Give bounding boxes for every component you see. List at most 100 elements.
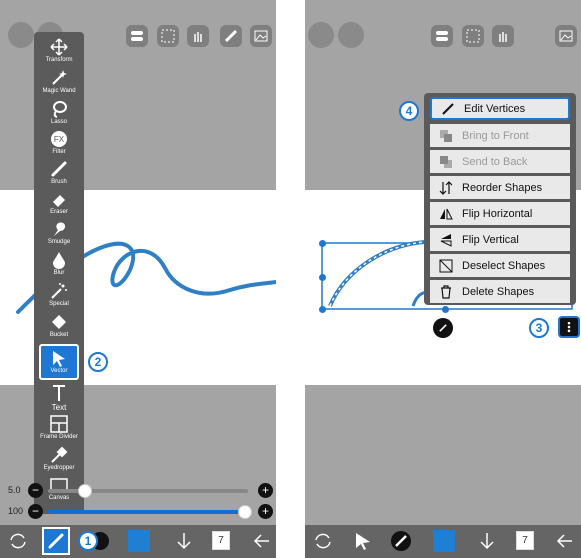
tool-label: Brush xyxy=(51,179,67,185)
menu-label: Bring to Front xyxy=(462,129,529,142)
decrease-size-button[interactable]: − xyxy=(28,483,43,498)
increase-opacity-button[interactable]: + xyxy=(258,504,273,519)
back-arrow-icon[interactable] xyxy=(250,529,274,553)
selection-handle[interactable] xyxy=(319,274,326,281)
tool-brush[interactable]: Brush xyxy=(34,160,84,190)
menu-bring-to-front[interactable]: Bring to Front xyxy=(430,124,570,147)
back-arrow-icon[interactable] xyxy=(553,529,577,553)
menu-reorder-shapes[interactable]: Reorder Shapes xyxy=(430,176,570,199)
brush-size-slider[interactable]: 5.0 − + xyxy=(8,483,274,499)
menu-label: Delete Shapes xyxy=(462,285,535,298)
brush-circle-icon[interactable] xyxy=(389,529,413,553)
menu-label: Deselect Shapes xyxy=(462,259,546,272)
decrease-opacity-button[interactable]: − xyxy=(28,504,43,519)
color-swatch[interactable] xyxy=(128,530,150,552)
tool-blur[interactable]: Blur xyxy=(34,251,84,281)
svg-text:FX: FX xyxy=(54,135,65,144)
tool-lasso[interactable]: Lasso xyxy=(34,100,84,130)
transform-rotate-icon[interactable] xyxy=(311,529,335,553)
tool-label: Bucket xyxy=(49,332,69,338)
tool-filter[interactable]: FX Filter xyxy=(34,130,84,160)
deselect-icon xyxy=(436,258,456,274)
selection-handle[interactable] xyxy=(319,306,326,313)
frame-divider-icon xyxy=(50,415,68,433)
tool-smudge[interactable]: Smudge xyxy=(34,220,84,250)
trash-icon xyxy=(436,284,456,300)
opacity-thumb[interactable] xyxy=(238,505,252,519)
layers-button[interactable]: 7 xyxy=(516,531,534,550)
brush-tool-button[interactable] xyxy=(42,527,70,555)
brush-size-value: 5.0 xyxy=(8,485,21,495)
size-thumb[interactable] xyxy=(78,484,92,498)
vector-tool-button[interactable] xyxy=(351,529,375,553)
image-icon[interactable] xyxy=(250,25,272,47)
layers-button[interactable]: 7 xyxy=(212,531,230,550)
menu-label: Send to Back xyxy=(462,155,528,168)
vector-arrow-icon xyxy=(53,351,65,367)
menu-flip-horizontal[interactable]: Flip Horizontal xyxy=(430,202,570,225)
down-arrow-icon[interactable] xyxy=(475,529,499,553)
tool-label: Eyedropper xyxy=(43,465,75,471)
down-arrow-icon[interactable] xyxy=(172,529,196,553)
send-to-back-icon xyxy=(436,154,456,170)
tool-eraser[interactable]: Eraser xyxy=(34,190,84,220)
ruler-icon[interactable] xyxy=(220,25,242,47)
filter-fx-icon: FX xyxy=(51,131,67,147)
undo-circle-button[interactable] xyxy=(8,22,34,48)
opacity-value: 100 xyxy=(8,506,24,516)
color-swatch[interactable] xyxy=(433,530,455,552)
menu-label: Reorder Shapes xyxy=(462,181,543,194)
transform-rotate-icon[interactable] xyxy=(6,529,30,553)
tool-magic-wand[interactable]: Magic Wand xyxy=(34,69,84,99)
lasso-icon xyxy=(53,101,67,118)
more-options-icon[interactable] xyxy=(558,316,580,338)
blur-drop-icon xyxy=(53,252,65,269)
screenshot-root: Transform Magic Wand Lasso FX Filter Bru… xyxy=(0,0,581,558)
menu-flip-vertical[interactable]: Flip Vertical xyxy=(430,228,570,251)
opacity-track[interactable] xyxy=(48,505,252,519)
opacity-slider[interactable]: 100 − + xyxy=(8,504,274,520)
text-icon xyxy=(53,385,65,401)
tool-frame-divider[interactable]: Frame Divider xyxy=(34,415,84,445)
hand-icon[interactable] xyxy=(187,25,209,47)
brush-icon xyxy=(51,161,67,177)
tool-label: Lasso xyxy=(50,119,67,125)
tool-palette: Transform Magic Wand Lasso FX Filter Bru… xyxy=(34,32,84,514)
tool-text[interactable]: Text xyxy=(34,384,84,414)
tool-label: Special xyxy=(49,301,69,307)
bottom-toolbar: 7 xyxy=(305,525,581,558)
selection-icon[interactable] xyxy=(157,25,179,47)
bucket-icon xyxy=(52,315,66,329)
tool-bucket[interactable]: Bucket xyxy=(34,313,84,343)
tool-label: Smudge xyxy=(47,239,71,245)
menu-deselect-shapes[interactable]: Deselect Shapes xyxy=(430,254,570,277)
tool-label: Transform xyxy=(45,57,73,63)
tool-label: Frame Divider xyxy=(40,434,78,440)
settings-toggle-icon[interactable] xyxy=(126,25,148,47)
size-track[interactable] xyxy=(48,484,248,498)
step-badge-2: 2 xyxy=(88,352,108,372)
tool-vector[interactable]: Vector xyxy=(39,344,79,380)
tool-label: Magic Wand xyxy=(42,88,76,94)
menu-label: Flip Vertical xyxy=(462,233,519,246)
menu-delete-shapes[interactable]: Delete Shapes xyxy=(430,280,570,303)
special-wand-icon xyxy=(51,283,67,299)
menu-send-to-back[interactable]: Send to Back xyxy=(430,150,570,173)
tool-label: Text xyxy=(51,403,67,412)
increase-size-button[interactable]: + xyxy=(258,483,273,498)
menu-edit-vertices[interactable]: Edit Vertices xyxy=(430,97,570,120)
tool-special[interactable]: Special xyxy=(34,282,84,312)
step-badge-1: 1 xyxy=(78,531,98,551)
selection-handle[interactable] xyxy=(442,306,449,313)
eyedropper-icon xyxy=(51,446,68,463)
tool-eyedropper[interactable]: Eyedropper xyxy=(34,446,84,476)
tool-transform[interactable]: Transform xyxy=(34,38,84,68)
selection-handle[interactable] xyxy=(319,240,326,247)
magic-wand-icon xyxy=(52,70,67,85)
shape-context-menu: Edit Vertices Bring to Front Send to Bac… xyxy=(424,93,576,305)
tool-label: Eraser xyxy=(50,209,68,215)
flip-horizontal-icon xyxy=(436,206,456,222)
opacity-fill xyxy=(48,510,248,514)
bring-to-front-icon xyxy=(436,128,456,144)
pen-icon[interactable] xyxy=(433,318,453,338)
